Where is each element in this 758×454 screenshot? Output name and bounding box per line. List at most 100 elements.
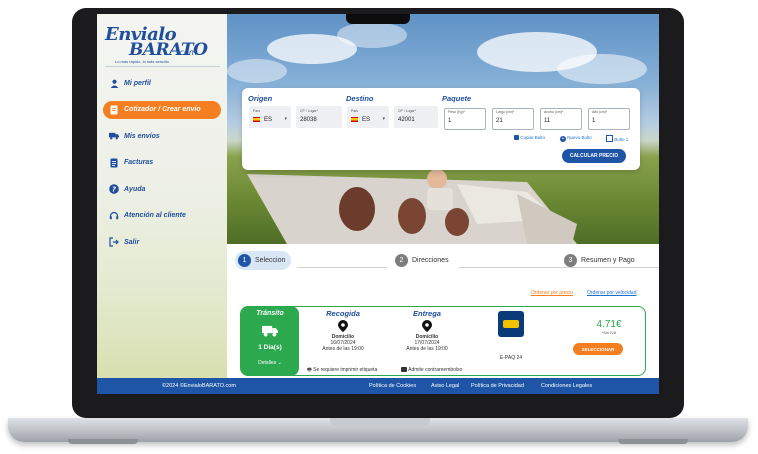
- note-text: Admite contrareembolso: [408, 367, 463, 373]
- destination-postcode-field[interactable]: CP / Lugar* 42001: [394, 106, 438, 128]
- footer: ©2024 ©EnvialoBARATO.com Política de Coo…: [97, 378, 659, 394]
- logout-icon: [109, 237, 119, 247]
- origin-heading: Origen: [248, 94, 273, 103]
- label-required-note: 🖶 Se requiere imprimir etiqueta: [307, 367, 377, 375]
- origin-postcode-field[interactable]: CP / Lugar* 28038: [296, 106, 342, 128]
- select-option-button[interactable]: SELECCIONAR: [573, 343, 623, 355]
- sidebar-item-quote[interactable]: Cotizador / Crear envío: [103, 100, 221, 119]
- shipping-option-card: Tránsito 1 Día(s) Detalles ⌄ Recogida Do…: [240, 306, 646, 376]
- field-label: Largo (cm)*: [496, 110, 515, 114]
- field-value: 11: [544, 118, 551, 124]
- destination-country-select[interactable]: País ES ▾: [347, 106, 389, 128]
- sidebar-item-support[interactable]: Atención al cliente: [103, 207, 221, 225]
- field-label: Peso (Kg)*: [448, 110, 465, 114]
- length-field[interactable]: Largo (cm)* 21: [492, 108, 534, 130]
- details-label: Detalles: [258, 360, 277, 366]
- chevron-down-icon: ▾: [382, 116, 385, 122]
- privacy-policy-link[interactable]: Política de Privacidad: [471, 383, 524, 389]
- package-heading: Paquete: [442, 94, 472, 103]
- field-value: 1: [592, 118, 596, 124]
- user-icon: [109, 78, 119, 88]
- cash-icon: [401, 367, 407, 372]
- step-number: 3: [564, 254, 577, 267]
- field-value: ES: [264, 117, 273, 123]
- legal-conditions-link[interactable]: Condiciones Legales: [541, 383, 592, 389]
- weight-field[interactable]: Peso (Kg)* 1: [444, 108, 486, 130]
- sidebar-item-label: Salir: [124, 238, 140, 246]
- app-screen: Envialo BARATO .com Lo más rápido, lo má…: [97, 14, 659, 394]
- sidebar-item-label: Cotizador / Crear envío: [124, 106, 201, 113]
- step-label: Resumen y Pago: [581, 257, 635, 264]
- height-field[interactable]: Alto (cm)* 1: [588, 108, 630, 130]
- new-package-link[interactable]: + Nuevo Bulto: [560, 135, 592, 142]
- sidebar-item-help[interactable]: ? Ayuda: [103, 180, 221, 198]
- chevron-down-icon: ▾: [284, 116, 287, 122]
- pickup-info: Recogida Domicilio 16/07/2024 Antes de l…: [315, 309, 371, 352]
- details-toggle[interactable]: Detalles ⌄: [241, 360, 299, 366]
- copy-package-link[interactable]: Copiar Bulto: [514, 135, 545, 140]
- step-summary-payment[interactable]: 3 Resumen y Pago: [564, 254, 635, 267]
- checkout-steps: 1 Seleccion 2 Direcciones 3 Resumen y Pa…: [227, 244, 659, 284]
- copy-icon: [514, 135, 519, 140]
- sidebar-menu: Mi perfil Cotizador / Crear envío Mis en…: [103, 74, 221, 260]
- copyright-text: ©2024 ©EnvialoBARATO.com: [162, 383, 236, 389]
- sidebar: Envialo BARATO .com Lo más rápido, lo má…: [97, 14, 227, 378]
- field-label: País: [351, 109, 359, 113]
- step-selection[interactable]: 1 Seleccion: [235, 251, 292, 270]
- link-label: Copiar Bulto: [520, 135, 546, 140]
- field-value: 42001: [398, 117, 415, 123]
- delivery-title: Entrega: [413, 309, 441, 318]
- truck-icon: [262, 325, 278, 337]
- sort-by-speed-link[interactable]: Ordenar por velocidad: [587, 290, 636, 296]
- plus-circle-icon: +: [560, 136, 566, 142]
- step-label: Direcciones: [412, 257, 449, 264]
- cardboard-plane-illustration: [247, 169, 577, 244]
- price-value: 4.71€: [596, 319, 622, 330]
- carrier-service: E-PAQ 24: [499, 355, 523, 361]
- document-icon: [109, 105, 119, 115]
- box-icon: [606, 135, 613, 142]
- legal-notice-link[interactable]: Aviso Legal: [431, 383, 459, 389]
- spain-flag-icon: [351, 117, 358, 122]
- origin-country-select[interactable]: País ES ▾: [249, 106, 291, 128]
- quote-form: Origen Destino Paquete País ES ▾ CP / Lu…: [242, 88, 640, 170]
- field-label: País: [253, 109, 261, 113]
- field-value: 21: [496, 118, 503, 124]
- field-label: Alto (cm)*: [592, 110, 608, 114]
- step-connector: [459, 267, 659, 268]
- sidebar-item-logout[interactable]: Salir: [103, 233, 221, 251]
- step-connector: [297, 267, 387, 268]
- headset-icon: [109, 211, 119, 221]
- pickup-time: Antes de las 19:00: [322, 346, 364, 352]
- camera-notch: [346, 14, 410, 24]
- sidebar-item-shipments[interactable]: Mis envíos: [103, 127, 221, 145]
- sidebar-item-profile[interactable]: Mi perfil: [103, 74, 221, 92]
- pickup-title: Recogida: [326, 309, 360, 318]
- transit-days: 1 Día(s): [258, 344, 282, 351]
- step-label: Seleccion: [255, 257, 286, 264]
- step-addresses[interactable]: 2 Direcciones: [395, 254, 449, 267]
- link-label: Bulto 1: [614, 137, 629, 142]
- field-label: CP / Lugar*: [300, 109, 319, 113]
- calculate-price-button[interactable]: CALCULAR PRECIO: [562, 149, 626, 163]
- field-value: 1: [448, 118, 452, 124]
- carrier-logo: [498, 311, 524, 337]
- sidebar-item-label: Mis envíos: [124, 132, 160, 140]
- width-field[interactable]: Ancho (cm)* 11: [540, 108, 582, 130]
- sidebar-item-label: Atención al cliente: [124, 212, 186, 219]
- sort-by-price-link[interactable]: Ordenar por precio: [531, 290, 573, 296]
- logo[interactable]: Envialo BARATO .com Lo más rápido, lo má…: [105, 24, 220, 68]
- destination-heading: Destino: [346, 94, 374, 103]
- help-icon: ?: [109, 184, 119, 194]
- location-pin-icon: [338, 320, 348, 332]
- sidebar-item-invoices[interactable]: Facturas: [103, 154, 221, 172]
- divider: [105, 66, 220, 67]
- logo-text-com: .com: [177, 48, 197, 57]
- location-pin-icon: [422, 320, 432, 332]
- price-block: 4.71€ *Sin IVA: [579, 319, 639, 335]
- logo-tagline: Lo más rápido, lo más sencillo: [115, 59, 169, 64]
- package-tab-link[interactable]: Bulto 1: [606, 135, 628, 142]
- link-label: Nuevo Bulto: [567, 135, 592, 140]
- cookies-policy-link[interactable]: Política de Cookies: [369, 383, 416, 389]
- field-label: CP / Lugar*: [398, 109, 417, 113]
